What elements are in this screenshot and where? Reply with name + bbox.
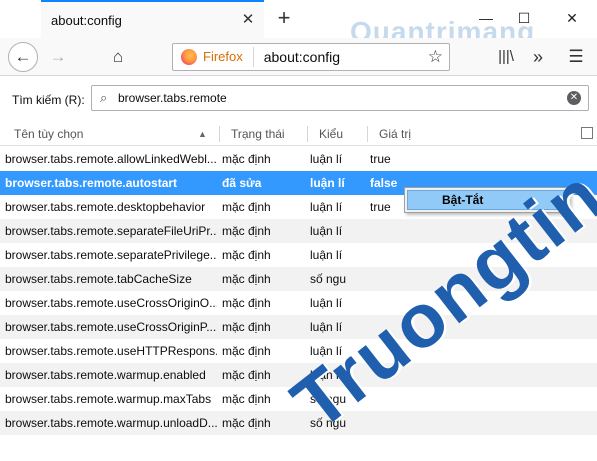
pref-status-cell: mặc định (222, 272, 271, 286)
pref-name-cell: browser.tabs.remote.useHTTPRespons... (5, 344, 217, 358)
sort-ascending-icon: ▲ (198, 129, 207, 139)
pref-status-cell: mặc định (222, 416, 271, 430)
pref-name-cell: browser.tabs.remote.tabCacheSize (5, 272, 192, 286)
search-input[interactable]: ⌕ browser.tabs.remote ✕ (91, 85, 589, 111)
pref-name-cell: browser.tabs.remote.useCrossOriginO... (5, 296, 217, 310)
column-divider[interactable] (307, 126, 308, 142)
tab-about-config[interactable]: about:config ✕ (41, 0, 264, 38)
pref-name-cell: browser.tabs.remote.warmup.maxTabs (5, 392, 212, 406)
pref-name-cell: browser.tabs.remote.autostart (5, 176, 178, 190)
clear-search-icon[interactable]: ✕ (567, 91, 581, 105)
table-header: Tên tùy chọn ▲ Trạng thái Kiểu Giá trị (0, 122, 597, 146)
url-bar[interactable]: Firefox about:config ☆ (172, 43, 450, 71)
column-header-name[interactable]: Tên tùy chọn (8, 122, 83, 146)
pref-status-cell: mặc định (222, 320, 271, 334)
column-header-type[interactable]: Kiểu (313, 122, 343, 146)
pref-name-cell: browser.tabs.remote.warmup.unloadD... (5, 416, 217, 430)
forward-button[interactable]: → (44, 43, 72, 71)
pref-name-cell: browser.tabs.remote.warmup.enabled (5, 368, 206, 382)
window-close-icon[interactable]: ✕ (562, 8, 582, 28)
pref-name-cell: browser.tabs.remote.separateFileUriPr... (5, 224, 217, 238)
firefox-logo-icon (181, 49, 197, 65)
pref-value-cell: true (370, 152, 391, 166)
pref-type-cell: luận lí (310, 200, 343, 214)
maximize-icon[interactable]: ☐ (514, 8, 534, 28)
tab-title: about:config (51, 12, 122, 28)
home-button[interactable]: ⌂ (104, 43, 132, 71)
table-row[interactable]: browser.tabs.remote.useCrossOriginP... mặ… (0, 315, 597, 339)
identity-label[interactable]: Firefox (203, 47, 254, 67)
pref-type-cell: luận lí (310, 224, 343, 238)
nav-bar: ← → ⌂ Firefox about:config ☆ |||\ » ☰ (0, 38, 597, 76)
pref-name-cell: browser.tabs.remote.desktopbehavior (5, 200, 206, 214)
column-divider[interactable] (219, 126, 220, 142)
pref-type-cell: số ngu (310, 272, 347, 286)
pref-status-cell: mặc định (222, 224, 271, 238)
search-row: Tìm kiếm (R): ⌕ browser.tabs.remote ✕ (0, 77, 597, 120)
search-value[interactable]: browser.tabs.remote (118, 91, 227, 105)
pref-name-cell: browser.tabs.remote.useCrossOriginP... (5, 320, 217, 334)
hamburger-menu-icon[interactable]: ☰ (562, 43, 590, 71)
pref-status-cell: mặc định (222, 152, 271, 166)
search-icon: ⌕ (100, 90, 108, 105)
table-row[interactable]: browser.tabs.remote.useHTTPRespons... mặc… (0, 339, 597, 363)
pref-type-cell: luận lí (310, 152, 343, 166)
pref-type-cell: luận lí (310, 248, 343, 262)
pref-status-cell: mặc định (222, 200, 271, 214)
column-divider[interactable] (367, 126, 368, 142)
table-row[interactable]: browser.tabs.remote.allowLinkedWebl... mặ… (0, 147, 597, 171)
pref-type-cell: luận lí (310, 296, 343, 310)
search-label: Tìm kiếm (R): (12, 93, 85, 107)
tab-strip: about:config ✕ + Quantrimang — ☐ ✕ (0, 0, 597, 47)
url-text[interactable]: about:config (264, 49, 340, 65)
pref-status-cell: mặc định (222, 248, 271, 262)
new-tab-button[interactable]: + (272, 6, 296, 30)
column-header-status[interactable]: Trạng thái (225, 122, 285, 146)
library-icon[interactable]: |||\ (492, 43, 520, 71)
pref-status-cell: mặc định (222, 344, 271, 358)
pref-name-cell: browser.tabs.remote.allowLinkedWebl... (5, 152, 217, 166)
pref-name-cell: browser.tabs.remote.separatePrivilege... (5, 248, 217, 262)
table-row[interactable]: browser.tabs.remote.warmup.unloadD... mặc… (0, 411, 597, 435)
column-header-value[interactable]: Giá trị (373, 122, 411, 146)
minimize-icon[interactable]: — (476, 8, 496, 28)
back-button[interactable]: ← (8, 42, 38, 72)
pref-status-cell: đã sửa (222, 176, 262, 190)
close-tab-icon[interactable]: ✕ (240, 12, 256, 28)
bookmark-star-icon[interactable]: ☆ (428, 47, 443, 67)
overflow-menu-icon[interactable]: » (524, 43, 552, 71)
pref-status-cell: mặc định (222, 296, 271, 310)
pref-type-cell: luận lí (310, 176, 345, 190)
